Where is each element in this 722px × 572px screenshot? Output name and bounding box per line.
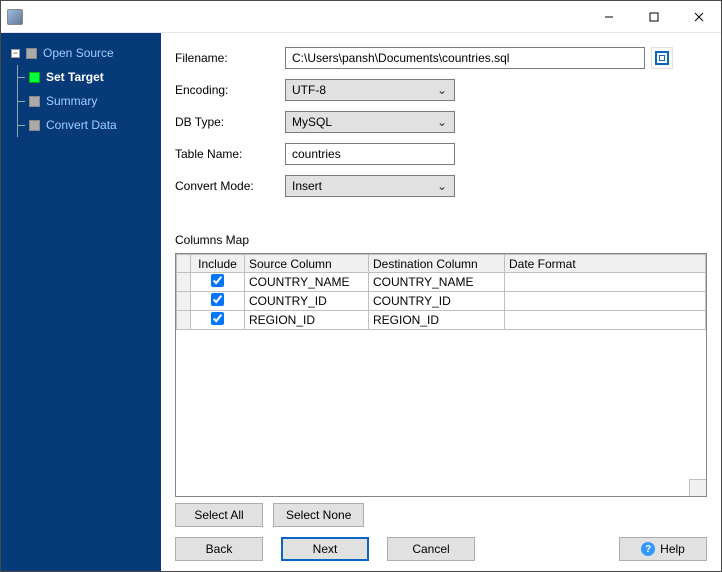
include-cell[interactable] xyxy=(191,292,245,311)
close-button[interactable] xyxy=(676,2,721,32)
filename-input[interactable] xyxy=(285,47,645,69)
convertmode-value: Insert xyxy=(292,179,322,193)
step-set-target[interactable]: Set Target xyxy=(1,65,161,89)
columns-map-grid: Include Source Column Destination Column… xyxy=(175,253,707,497)
include-cell[interactable] xyxy=(191,273,245,292)
step-convert-data[interactable]: Convert Data xyxy=(1,113,161,137)
back-button[interactable]: Back xyxy=(175,537,263,561)
row-header-cell[interactable] xyxy=(177,292,191,311)
row-header-cell[interactable] xyxy=(177,273,191,292)
col-destination-header[interactable]: Destination Column xyxy=(369,255,505,273)
chevron-down-icon: ⌄ xyxy=(434,83,450,97)
dbtype-select[interactable]: MySQL ⌄ xyxy=(285,111,455,133)
step-marker-icon xyxy=(29,72,40,83)
dateformat-cell[interactable] xyxy=(505,311,706,330)
include-cell[interactable] xyxy=(191,311,245,330)
table-row[interactable]: REGION_IDREGION_ID xyxy=(177,311,706,330)
columns-map-title: Columns Map xyxy=(175,233,707,247)
step-label: Summary xyxy=(46,94,97,108)
dateformat-cell[interactable] xyxy=(505,273,706,292)
dbtype-value: MySQL xyxy=(292,115,332,129)
select-none-button[interactable]: Select None xyxy=(273,503,364,527)
browse-icon xyxy=(655,51,669,65)
tree-collapse-icon[interactable]: − xyxy=(11,49,20,58)
step-label: Set Target xyxy=(46,70,104,84)
row-header-cell[interactable] xyxy=(177,311,191,330)
row-header-corner xyxy=(177,255,191,273)
step-label: Open Source xyxy=(43,46,114,60)
main-panel: Filename: Encoding: UTF-8 ⌄ DB Type: MyS… xyxy=(161,33,721,571)
select-all-button[interactable]: Select All xyxy=(175,503,263,527)
dbtype-label: DB Type: xyxy=(175,115,285,129)
tablename-label: Table Name: xyxy=(175,147,285,161)
col-dateformat-header[interactable]: Date Format xyxy=(505,255,706,273)
convertmode-label: Convert Mode: xyxy=(175,179,285,193)
table-row[interactable]: COUNTRY_NAMECOUNTRY_NAME xyxy=(177,273,706,292)
step-marker-icon xyxy=(29,120,40,131)
step-marker-icon xyxy=(26,48,37,59)
include-checkbox[interactable] xyxy=(211,293,224,306)
chevron-down-icon: ⌄ xyxy=(434,179,450,193)
app-icon xyxy=(7,9,23,25)
help-label: Help xyxy=(660,542,685,556)
filename-label: Filename: xyxy=(175,51,285,65)
help-icon: ? xyxy=(641,542,655,556)
encoding-label: Encoding: xyxy=(175,83,285,97)
titlebar xyxy=(1,1,721,33)
maximize-button[interactable] xyxy=(631,2,676,32)
include-checkbox[interactable] xyxy=(211,274,224,287)
encoding-select[interactable]: UTF-8 ⌄ xyxy=(285,79,455,101)
next-button[interactable]: Next xyxy=(281,537,369,561)
chevron-down-icon: ⌄ xyxy=(434,115,450,129)
destination-cell[interactable]: COUNTRY_ID xyxy=(369,292,505,311)
source-cell[interactable]: COUNTRY_ID xyxy=(245,292,369,311)
step-summary[interactable]: Summary xyxy=(1,89,161,113)
source-cell[interactable]: COUNTRY_NAME xyxy=(245,273,369,292)
col-source-header[interactable]: Source Column xyxy=(245,255,369,273)
wizard-window: − Open Source Set Target Summary Convert… xyxy=(0,0,722,572)
destination-cell[interactable]: REGION_ID xyxy=(369,311,505,330)
scrollbar-corner xyxy=(689,479,706,496)
minimize-button[interactable] xyxy=(586,2,631,32)
columns-header-row: Include Source Column Destination Column… xyxy=(177,255,706,273)
wizard-steps-sidebar: − Open Source Set Target Summary Convert… xyxy=(1,33,161,571)
step-label: Convert Data xyxy=(46,118,117,132)
step-open-source[interactable]: − Open Source xyxy=(1,41,161,65)
encoding-value: UTF-8 xyxy=(292,83,326,97)
source-cell[interactable]: REGION_ID xyxy=(245,311,369,330)
tablename-input[interactable] xyxy=(285,143,455,165)
help-button[interactable]: ? Help xyxy=(619,537,707,561)
dateformat-cell[interactable] xyxy=(505,292,706,311)
table-row[interactable]: COUNTRY_IDCOUNTRY_ID xyxy=(177,292,706,311)
cancel-button[interactable]: Cancel xyxy=(387,537,475,561)
col-include-header[interactable]: Include xyxy=(191,255,245,273)
step-marker-icon xyxy=(29,96,40,107)
destination-cell[interactable]: COUNTRY_NAME xyxy=(369,273,505,292)
convertmode-select[interactable]: Insert ⌄ xyxy=(285,175,455,197)
include-checkbox[interactable] xyxy=(211,312,224,325)
browse-button[interactable] xyxy=(651,47,673,69)
